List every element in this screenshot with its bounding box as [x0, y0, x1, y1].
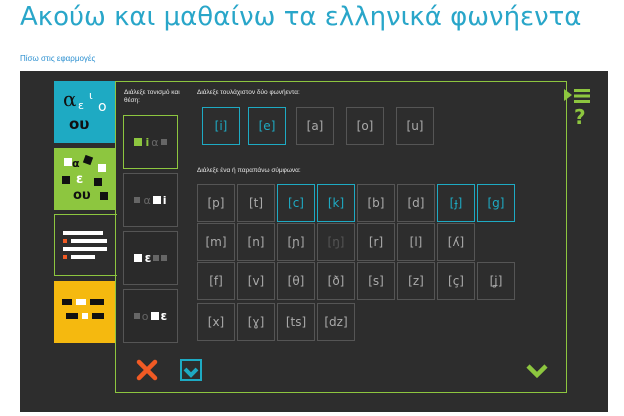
consonant-button[interactable]: [ɣ] [237, 303, 275, 341]
tile2-ou: ου [73, 188, 91, 203]
accent-option-3-text: ε [144, 251, 152, 265]
accent-label: Διάλεξε τονισμό και θέση: [124, 89, 180, 104]
grey-square-icon [153, 255, 160, 261]
consonant-button: [ŋ] [317, 223, 355, 261]
consonant-button[interactable]: [t] [237, 184, 275, 222]
grey-square-icon [133, 313, 140, 319]
consonant-button[interactable]: [ʎ] [437, 223, 475, 261]
consonant-button[interactable]: [dz] [317, 303, 355, 341]
consonant-button[interactable]: [g] [477, 184, 515, 222]
accent-option-1[interactable]: i α [123, 115, 178, 169]
blocks-icon [62, 299, 104, 319]
consonant-button[interactable]: [θ] [277, 262, 315, 300]
tile-scrambled-letters[interactable]: α ε ου [54, 148, 115, 210]
accent-option-4[interactable]: ο ε [123, 289, 178, 343]
tile1-omicron: ο [98, 99, 107, 115]
consonant-button[interactable]: [ʝ] [477, 262, 515, 300]
tile-blocks-game[interactable] [54, 281, 115, 343]
tile1-alpha: α [63, 87, 77, 111]
tile1-ou: ου [69, 115, 90, 133]
checkbox-check-icon[interactable] [180, 359, 202, 381]
consonant-button[interactable]: [r] [357, 223, 395, 261]
vowels-label: Διάλεξε τουλάχιστον δύο φωνήεντα: [197, 89, 300, 96]
consonant-button[interactable]: [p] [197, 184, 235, 222]
consonants-label: Διάλεξε ένα ή παραπάνω σύμφωνα: [197, 167, 301, 174]
tile2-epsilon: ε [76, 172, 84, 187]
vowel-o-button[interactable]: [o] [346, 107, 384, 145]
accent-option-3[interactable]: ε [123, 231, 178, 285]
vowel-a-button[interactable]: [a] [296, 107, 334, 145]
tile-vowels-letters[interactable]: α ε ι ο ου [54, 81, 115, 143]
green-square-icon [134, 138, 143, 146]
app-panel: α ε ι ο ου α ε ου Διάλεξε τονισμό και θέ… [20, 71, 608, 412]
consonant-button[interactable]: [s] [357, 262, 395, 300]
consonant-button[interactable]: [f] [197, 262, 235, 300]
accent-option-1-mid: α [151, 135, 159, 149]
consonant-button[interactable]: [z] [397, 262, 435, 300]
consonant-button[interactable]: [v] [237, 262, 275, 300]
white-square-icon [150, 312, 159, 320]
green-pointer-icon [564, 89, 572, 101]
accent-option-2[interactable]: α i [123, 173, 178, 227]
consonant-button[interactable]: [ɲ] [277, 223, 315, 261]
menu-icon[interactable] [574, 89, 592, 103]
consonant-button[interactable]: [b] [357, 184, 395, 222]
consonant-button[interactable]: [d] [397, 184, 435, 222]
tile-list-settings[interactable] [54, 214, 117, 276]
consonant-button[interactable]: [ð] [317, 262, 355, 300]
consonant-button[interactable]: [l] [397, 223, 435, 261]
white-square-icon [152, 196, 161, 204]
accent-option-4-mid: ε [160, 309, 168, 323]
white-square-icon [133, 254, 142, 262]
accent-option-2-text: α [143, 193, 151, 207]
page-title: Ακούω και μαθαίνω τα ελληνικά φωνήεντα [20, 2, 582, 32]
accent-option-4-text: ο [141, 309, 149, 323]
consonant-button[interactable]: [ts] [277, 303, 315, 341]
consonant-button[interactable]: [m] [197, 223, 235, 261]
vowel-e-button[interactable]: [e] [248, 107, 286, 145]
accent-option-1-text: i [145, 135, 150, 149]
grey-square-icon [134, 197, 141, 203]
help-icon[interactable]: ? [574, 105, 586, 129]
consonant-button[interactable]: [x] [197, 303, 235, 341]
chevron-down-icon[interactable] [526, 363, 548, 379]
vowel-i-button[interactable]: [i] [202, 107, 240, 145]
consonant-button[interactable]: [ç] [437, 262, 475, 300]
back-to-apps-link[interactable]: Πίσω στις εφαρμογές [20, 54, 95, 63]
tile2-alpha: α [72, 157, 80, 170]
accent-option-2-mid: i [162, 193, 167, 207]
grey-square-icon [160, 139, 167, 145]
close-x-icon[interactable] [136, 359, 158, 381]
consonant-button[interactable]: [ɟ] [437, 184, 475, 222]
vowel-u-button[interactable]: [u] [396, 107, 434, 145]
tile1-epsilon: ε [78, 99, 84, 112]
list-lines-icon [63, 231, 107, 259]
consonant-button[interactable]: [k] [317, 184, 355, 222]
grey-square-icon [161, 255, 168, 261]
consonant-button[interactable]: [c] [277, 184, 315, 222]
consonant-button[interactable]: [n] [237, 223, 275, 261]
tile1-iota: ι [89, 89, 93, 102]
